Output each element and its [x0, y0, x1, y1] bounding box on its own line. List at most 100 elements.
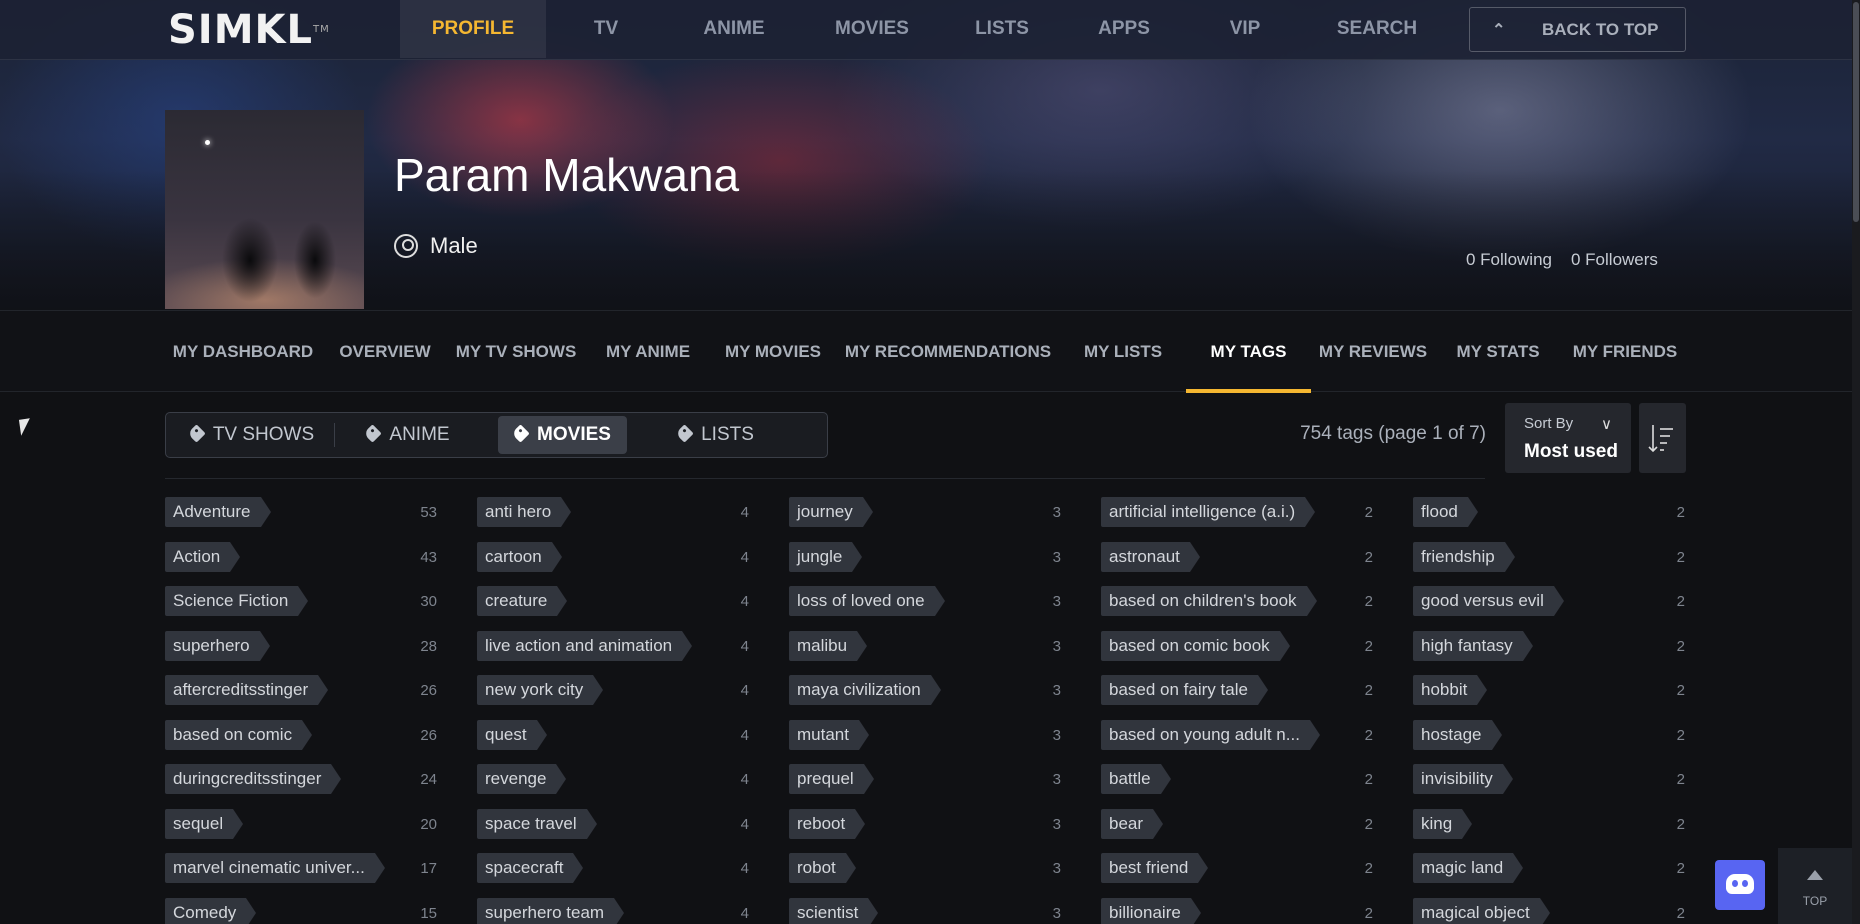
subnav-my-dashboard[interactable]: MY DASHBOARD	[165, 311, 321, 393]
subnav-my-anime[interactable]: MY ANIME	[598, 311, 698, 393]
avatar[interactable]	[165, 110, 364, 309]
sort-direction-button[interactable]	[1639, 403, 1686, 473]
tag-count: 3	[1052, 682, 1061, 699]
chevron-up-icon: ⌃	[1492, 22, 1506, 39]
tag-row: flood 2	[1413, 492, 1685, 537]
tag-pill[interactable]: robot	[789, 853, 856, 883]
tag-pill[interactable]: creature	[477, 586, 568, 616]
tag-pill[interactable]: based on young adult n...	[1101, 719, 1320, 750]
nav-search[interactable]: SEARCH	[1330, 0, 1424, 58]
tag-pill[interactable]: malibu	[789, 630, 868, 661]
nav-anime[interactable]: ANIME	[688, 0, 780, 58]
tag-row: invisibility 2	[1413, 759, 1685, 804]
tag-count: 3	[1052, 504, 1061, 521]
discord-button[interactable]	[1715, 860, 1765, 910]
tag-icon	[675, 424, 694, 443]
tag-pill[interactable]: duringcreditsstinger	[165, 764, 342, 794]
tag-pill[interactable]: cartoon	[477, 541, 562, 572]
following-count[interactable]: 0 Following	[1466, 250, 1552, 270]
tag-pill[interactable]: mutant	[789, 719, 869, 750]
tag-pill[interactable]: spacecraft	[477, 853, 584, 883]
tag-pill[interactable]: astronaut	[1101, 541, 1200, 572]
tag-pill[interactable]: sequel	[165, 808, 244, 839]
tag-pill[interactable]: friendship	[1413, 541, 1515, 572]
tag-pill[interactable]: billionaire	[1101, 897, 1201, 924]
scroll-top-button[interactable]: TOP	[1778, 848, 1852, 924]
tag-pill[interactable]: jungle	[789, 541, 863, 572]
tag-pill[interactable]: bear	[1101, 808, 1164, 839]
tag-pill[interactable]: artificial intelligence (a.i.)	[1101, 497, 1316, 527]
subnav-my-stats[interactable]: MY STATS	[1450, 311, 1546, 393]
scrollbar-thumb[interactable]	[1853, 2, 1859, 222]
tag-pill[interactable]: aftercreditsstinger	[165, 675, 329, 705]
subnav-my-lists[interactable]: MY LISTS	[1078, 311, 1168, 393]
tag-pill[interactable]: marvel cinematic univer...	[165, 853, 385, 883]
subnav-overview[interactable]: OVERVIEW	[335, 311, 435, 393]
tag-row: king 2	[1413, 804, 1685, 849]
tag-pill[interactable]: live action and animation	[477, 630, 693, 661]
tag-pill[interactable]: based on children's book	[1101, 586, 1317, 616]
tag-count: 2	[1676, 771, 1685, 788]
nav-lists[interactable]: LISTS	[964, 0, 1040, 58]
tag-pill[interactable]: prequel	[789, 764, 874, 794]
tag-row: spacecraft 4	[477, 848, 749, 893]
tag-pill[interactable]: reboot	[789, 808, 866, 839]
tab-lists[interactable]: LISTS	[646, 416, 786, 454]
tag-pill[interactable]: based on comic book	[1101, 630, 1290, 661]
tag-pill[interactable]: loss of loved one	[789, 586, 945, 616]
tag-pill[interactable]: maya civilization	[789, 675, 941, 705]
nav-profile[interactable]: PROFILE	[400, 0, 546, 58]
tag-count: 2	[1676, 726, 1685, 744]
tag-pill[interactable]: hobbit	[1413, 675, 1488, 705]
tag-pill[interactable]: space travel	[477, 808, 597, 839]
tag-pill[interactable]: journey	[789, 497, 873, 527]
tag-pill[interactable]: good versus evil	[1413, 586, 1564, 616]
tab-anime[interactable]: ANIME	[338, 416, 478, 454]
tag-pill[interactable]: scientist	[789, 897, 879, 924]
nav-movies[interactable]: MOVIES	[822, 0, 922, 58]
subnav-my-tv-shows[interactable]: MY TV SHOWS	[452, 311, 580, 393]
tag-pill[interactable]: based on fairy tale	[1101, 675, 1268, 705]
followers-count[interactable]: 0 Followers	[1571, 250, 1658, 270]
sort-dropdown[interactable]: Sort By ∨ Most used	[1505, 403, 1631, 473]
tab-tv-shows[interactable]: TV SHOWS	[172, 416, 332, 454]
tag-pill[interactable]: invisibility	[1413, 764, 1513, 794]
tag-pill[interactable]: Comedy	[165, 897, 257, 924]
back-to-top-button[interactable]: ⌃ BACK TO TOP	[1469, 7, 1686, 52]
nav-tv[interactable]: TV	[566, 0, 646, 58]
tag-column: flood 2 friendship 2 good versus evil 2 high f…	[1413, 492, 1685, 924]
tag-pill[interactable]: anti hero	[477, 497, 572, 527]
subnav-my-tags[interactable]: MY TAGS	[1186, 311, 1311, 393]
tab-movies[interactable]: MOVIES	[498, 416, 627, 454]
tag-pill[interactable]: high fantasy	[1413, 630, 1533, 661]
tag-count: 3	[1052, 726, 1061, 744]
tag-count: 26	[420, 726, 437, 744]
tag-pill[interactable]: battle	[1101, 764, 1171, 794]
subnav-my-recommendations[interactable]: MY RECOMMENDATIONS	[844, 311, 1052, 393]
tag-pill[interactable]: magical object	[1413, 897, 1550, 924]
tag-pill[interactable]: new york city	[477, 675, 604, 705]
nav-vip[interactable]: VIP	[1210, 0, 1280, 58]
tag-row: high fantasy 2	[1413, 626, 1685, 671]
tag-count: 4	[740, 682, 749, 699]
tag-pill[interactable]: best friend	[1101, 853, 1209, 883]
subnav-my-reviews[interactable]: MY REVIEWS	[1318, 311, 1428, 393]
tag-pill[interactable]: Adventure	[165, 497, 270, 527]
subnav-my-friends[interactable]: MY FRIENDS	[1568, 311, 1682, 393]
tag-pill[interactable]: magic land	[1413, 853, 1524, 883]
tag-pill[interactable]: Science Fiction	[165, 586, 309, 616]
tag-pill[interactable]: Action	[165, 541, 241, 572]
simkl-logo[interactable]: SIMKLTM	[168, 10, 330, 50]
tag-pill[interactable]: superhero	[165, 630, 270, 661]
tag-pill[interactable]: king	[1413, 808, 1473, 839]
tag-pill[interactable]: hostage	[1413, 719, 1501, 750]
tag-pill[interactable]: quest	[477, 719, 547, 750]
tag-pill[interactable]: flood	[1413, 497, 1478, 527]
nav-apps[interactable]: APPS	[1088, 0, 1160, 58]
tag-pill[interactable]: based on comic	[165, 719, 313, 750]
tag-pill[interactable]: revenge	[477, 764, 567, 794]
tag-pill[interactable]: superhero team	[477, 897, 625, 924]
tag-row: artificial intelligence (a.i.) 2	[1101, 492, 1373, 537]
gender-info: Male	[394, 232, 478, 260]
subnav-my-movies[interactable]: MY MOVIES	[719, 311, 827, 393]
